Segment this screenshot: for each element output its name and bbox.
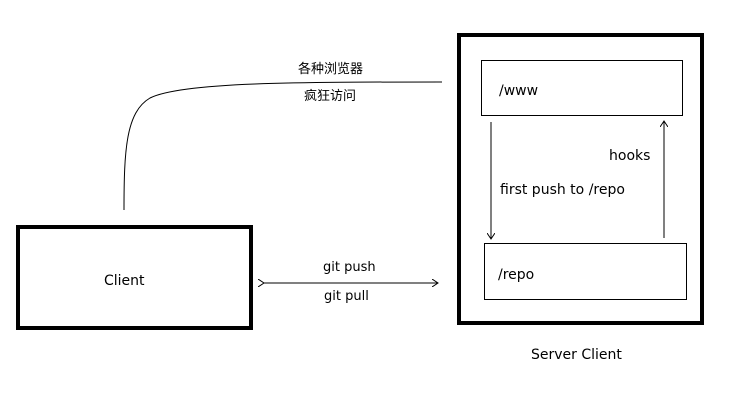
browser-label-bottom: 疯狂访问 [304,89,357,104]
browser-curve [123,81,443,211]
git-pull-label: git pull [324,289,369,304]
www-label: /www [499,83,539,99]
server-caption: Server Client [531,347,622,363]
git-push-label: git push [323,260,376,275]
client-label: Client [104,273,145,289]
deployment-diagram: Client Server Client /www /repo 各种浏览器 疯狂… [0,0,732,401]
hooks-label: hooks [609,148,651,164]
browser-label-top: 各种浏览器 [298,62,364,77]
first-push-label: first push to /repo [500,182,625,198]
repo-label: /repo [498,267,535,283]
